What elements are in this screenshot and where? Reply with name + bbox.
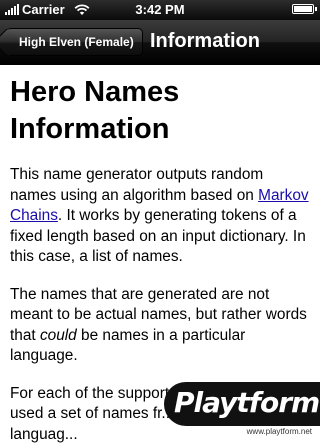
back-button[interactable]: High Elven (Female) [6,28,143,56]
nav-title: Information [150,30,260,53]
navigation-bar: High Elven (Female) Information [0,20,320,65]
status-bar: Carrier 3:42 PM [0,0,320,20]
page-title: Hero Names Information [10,74,312,148]
watermark-logo: Playtform [174,386,319,419]
paragraph-intro: This name generator outputs random names… [10,165,312,268]
playtform-watermark: Playtform www.playtform.net [164,378,320,442]
battery-icon [292,4,314,14]
paragraph-names: The names that are generated are not mea… [10,285,312,367]
paragraph-intro-text: This name generator outputs random names… [10,166,263,204]
emphasis-could: could [40,327,77,344]
watermark-url: www.playtform.net [247,427,312,436]
clock: 3:42 PM [0,2,320,17]
back-button-label: High Elven (Female) [19,35,134,49]
